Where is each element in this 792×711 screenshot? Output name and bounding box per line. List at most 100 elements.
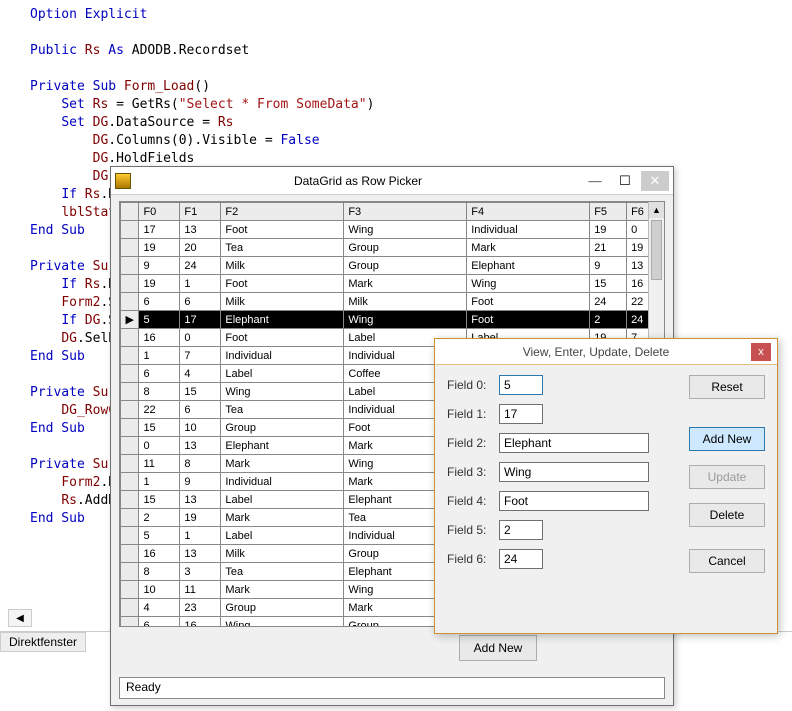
- detail-close-button[interactable]: x: [751, 343, 771, 361]
- cell[interactable]: 8: [180, 455, 221, 473]
- scroll-thumb[interactable]: [651, 220, 662, 280]
- row-selector[interactable]: ▶: [121, 311, 139, 329]
- cell[interactable]: 1: [139, 473, 180, 491]
- table-row[interactable]: ▶517ElephantWingFoot224: [121, 311, 664, 329]
- cell[interactable]: Wing: [221, 383, 344, 401]
- cell[interactable]: 0: [139, 437, 180, 455]
- cell[interactable]: 0: [180, 329, 221, 347]
- cell[interactable]: 15: [139, 491, 180, 509]
- cell[interactable]: 19: [139, 239, 180, 257]
- cell[interactable]: Milk: [221, 545, 344, 563]
- row-selector[interactable]: [121, 563, 139, 581]
- row-selector[interactable]: [121, 491, 139, 509]
- cell[interactable]: 22: [139, 401, 180, 419]
- cell[interactable]: 11: [139, 455, 180, 473]
- cell[interactable]: 6: [180, 401, 221, 419]
- table-row[interactable]: 1920TeaGroupMark2119: [121, 239, 664, 257]
- maximize-button[interactable]: ☐: [611, 171, 639, 191]
- row-selector[interactable]: [121, 293, 139, 311]
- cell[interactable]: Individual: [221, 473, 344, 491]
- field-2-input[interactable]: [499, 433, 649, 453]
- cell[interactable]: 8: [139, 563, 180, 581]
- datagrid-titlebar[interactable]: DataGrid as Row Picker — ☐ ✕: [111, 167, 673, 195]
- cell[interactable]: Tea: [221, 239, 344, 257]
- cell[interactable]: Wing: [344, 221, 467, 239]
- cell[interactable]: 2: [139, 509, 180, 527]
- cell[interactable]: 10: [180, 419, 221, 437]
- minimize-button[interactable]: —: [581, 171, 609, 191]
- cell[interactable]: Label: [221, 365, 344, 383]
- scroll-up-icon[interactable]: ▲: [649, 202, 664, 218]
- row-selector[interactable]: [121, 581, 139, 599]
- cell[interactable]: Mark: [221, 509, 344, 527]
- cell[interactable]: Foot: [221, 275, 344, 293]
- cell[interactable]: 5: [139, 527, 180, 545]
- row-selector[interactable]: [121, 455, 139, 473]
- cell[interactable]: 24: [590, 293, 627, 311]
- cell[interactable]: 4: [139, 599, 180, 617]
- cell[interactable]: Mark: [221, 581, 344, 599]
- cell[interactable]: 20: [180, 239, 221, 257]
- cell[interactable]: 13: [180, 545, 221, 563]
- cell[interactable]: 3: [180, 563, 221, 581]
- cell[interactable]: 10: [139, 581, 180, 599]
- cell[interactable]: 17: [180, 311, 221, 329]
- reset-button[interactable]: Reset: [689, 375, 765, 399]
- cell[interactable]: Tea: [221, 563, 344, 581]
- cell[interactable]: Milk: [344, 293, 467, 311]
- field-3-input[interactable]: [499, 462, 649, 482]
- cell[interactable]: Wing: [344, 311, 467, 329]
- cell[interactable]: 9: [139, 257, 180, 275]
- cell[interactable]: 16: [139, 329, 180, 347]
- add-new-button[interactable]: Add New: [689, 427, 765, 451]
- row-selector[interactable]: [121, 509, 139, 527]
- row-selector[interactable]: [121, 617, 139, 628]
- cell[interactable]: 13: [180, 437, 221, 455]
- cell[interactable]: 6: [139, 365, 180, 383]
- cell[interactable]: Label: [221, 491, 344, 509]
- cell[interactable]: Wing: [467, 275, 590, 293]
- column-header[interactable]: F5: [590, 203, 627, 221]
- cell[interactable]: 1: [139, 347, 180, 365]
- cell[interactable]: Elephant: [221, 437, 344, 455]
- field-4-input[interactable]: [499, 491, 649, 511]
- cell[interactable]: Elephant: [221, 311, 344, 329]
- cancel-button[interactable]: Cancel: [689, 549, 765, 573]
- cell[interactable]: Milk: [221, 293, 344, 311]
- cell[interactable]: 11: [180, 581, 221, 599]
- cell[interactable]: 24: [180, 257, 221, 275]
- cell[interactable]: 23: [180, 599, 221, 617]
- cell[interactable]: 7: [180, 347, 221, 365]
- cell[interactable]: 4: [180, 365, 221, 383]
- cell[interactable]: 16: [139, 545, 180, 563]
- cell[interactable]: Foot: [467, 311, 590, 329]
- cell[interactable]: Label: [221, 527, 344, 545]
- cell[interactable]: Wing: [221, 617, 344, 628]
- row-selector[interactable]: [121, 527, 139, 545]
- cell[interactable]: Elephant: [467, 257, 590, 275]
- cell[interactable]: Foot: [221, 221, 344, 239]
- cell[interactable]: 5: [139, 311, 180, 329]
- row-selector[interactable]: [121, 257, 139, 275]
- cell[interactable]: 17: [139, 221, 180, 239]
- cell[interactable]: Tea: [221, 401, 344, 419]
- row-selector[interactable]: [121, 383, 139, 401]
- row-selector[interactable]: [121, 329, 139, 347]
- cell[interactable]: 6: [139, 293, 180, 311]
- cell[interactable]: Mark: [344, 275, 467, 293]
- cell[interactable]: Group: [221, 419, 344, 437]
- immediate-window-tab[interactable]: Direktfenster: [0, 632, 86, 652]
- table-row[interactable]: 66MilkMilkFoot2422: [121, 293, 664, 311]
- row-selector[interactable]: [121, 473, 139, 491]
- row-selector[interactable]: [121, 419, 139, 437]
- row-selector[interactable]: [121, 599, 139, 617]
- update-button[interactable]: Update: [689, 465, 765, 489]
- cell[interactable]: 9: [180, 473, 221, 491]
- close-button[interactable]: ✕: [641, 171, 669, 191]
- row-selector[interactable]: [121, 545, 139, 563]
- editor-scroll-left-icon[interactable]: ◀: [8, 609, 32, 627]
- cell[interactable]: 13: [180, 491, 221, 509]
- cell[interactable]: Group: [344, 257, 467, 275]
- cell[interactable]: 16: [180, 617, 221, 628]
- cell[interactable]: 6: [139, 617, 180, 628]
